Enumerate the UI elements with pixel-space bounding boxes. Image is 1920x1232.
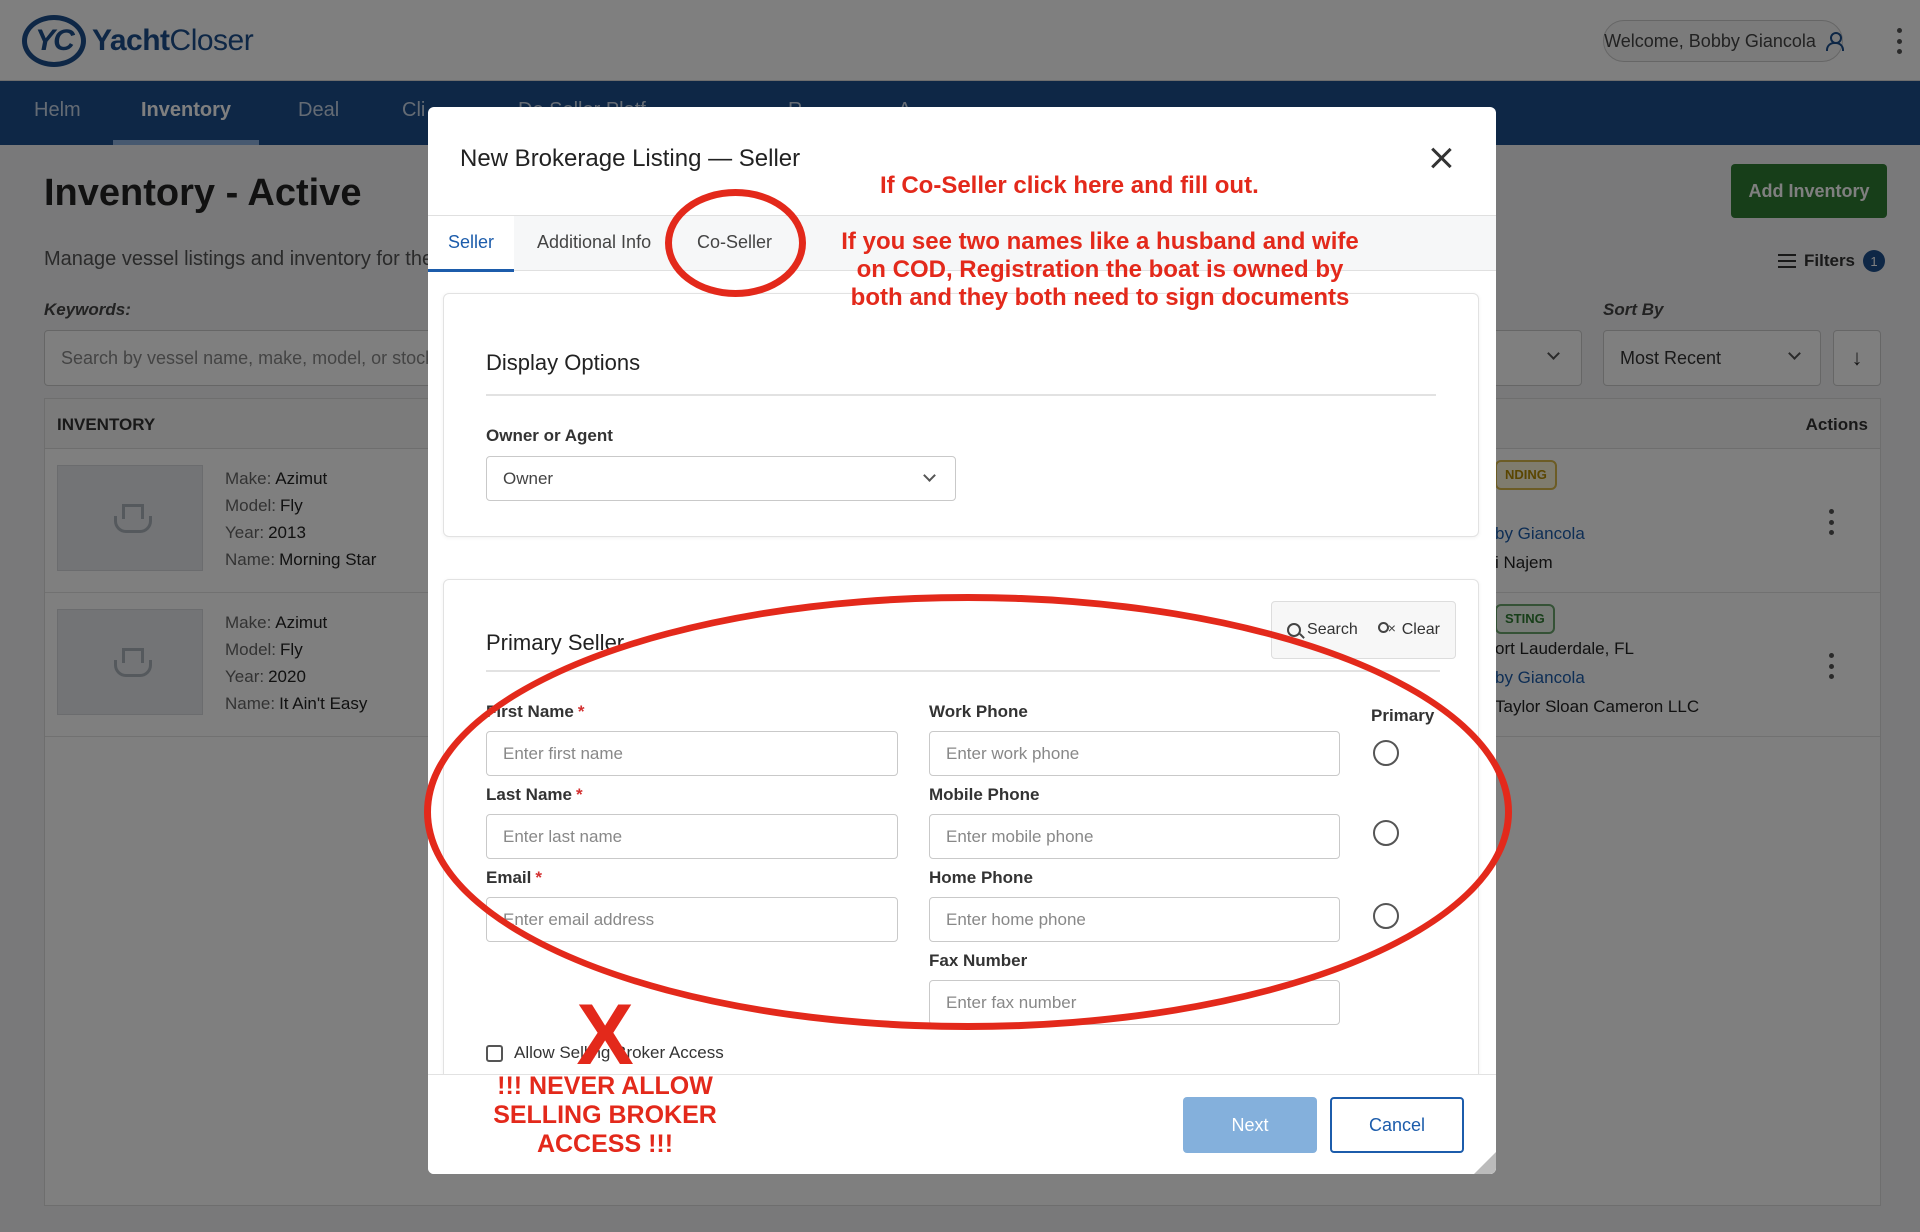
divider (486, 394, 1436, 396)
owner-or-agent-label: Owner or Agent (486, 426, 613, 445)
annotation-circle-co-seller (665, 189, 806, 297)
allow-broker-access-checkbox[interactable] (486, 1045, 503, 1062)
owner-or-agent-value: Owner (503, 469, 554, 488)
modal-title: New Brokerage Listing — Seller (460, 145, 801, 172)
tab-additional-info[interactable]: Additional Info (517, 216, 671, 272)
close-icon[interactable] (1428, 145, 1454, 171)
resize-grip-icon[interactable] (1472, 1152, 1496, 1174)
annotation-never-allow: !!! NEVER ALLOW SELLING BROKER ACCESS !!… (493, 1072, 717, 1158)
tab-seller[interactable]: Seller (428, 216, 515, 272)
display-options-card: Display Options Owner or Agent Owner (443, 293, 1479, 537)
annotation-ellipse-primary-seller (424, 594, 1512, 1030)
cancel-button[interactable]: Cancel (1330, 1097, 1464, 1153)
owner-or-agent-select[interactable]: Owner (486, 456, 956, 501)
annotation-two-names: If you see two names like a husband and … (841, 228, 1359, 311)
user-remove-icon (1376, 620, 1396, 638)
display-options-title: Display Options (486, 350, 641, 375)
annotation-x-mark: X (576, 987, 634, 1083)
chevron-down-icon (923, 469, 936, 482)
search-seller-button[interactable]: Search (1287, 621, 1358, 639)
annotation-co-seller-hint: If Co-Seller click here and fill out. (880, 172, 1259, 199)
search-icon (1287, 623, 1302, 637)
next-button[interactable]: Next (1183, 1097, 1317, 1153)
clear-seller-button[interactable]: Clear (1376, 620, 1440, 639)
